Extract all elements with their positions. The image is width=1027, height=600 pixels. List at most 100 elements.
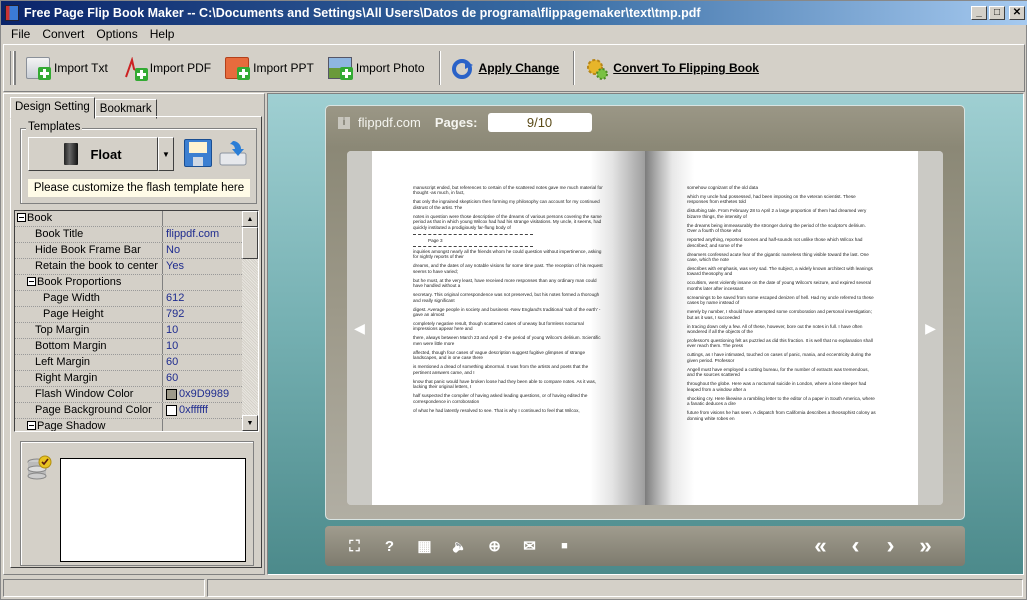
- status-bar: [3, 579, 1025, 599]
- collapse-icon[interactable]: [17, 213, 26, 222]
- import-txt-button[interactable]: Import Txt: [26, 57, 108, 80]
- zoom-in-icon[interactable]: ⊕: [477, 537, 512, 555]
- import-photo-button[interactable]: Import Photo: [327, 57, 425, 80]
- property-row[interactable]: Page Width 612: [15, 291, 258, 307]
- right-page[interactable]: somehow cognizant of the old data which m…: [645, 151, 918, 505]
- scroll-down-button[interactable]: ▼: [242, 415, 258, 431]
- toolbar-grip[interactable]: [10, 51, 14, 85]
- save-template-icon[interactable]: [184, 139, 212, 167]
- prev-page-arrow[interactable]: ◀: [347, 151, 372, 505]
- menu-options[interactable]: Options: [90, 27, 143, 41]
- right-page-text: somehow cognizant of the old data which m…: [687, 185, 877, 425]
- menu-bar: File Convert Options Help: [1, 25, 1027, 43]
- page-paragraph: inquiries amongst nearly all the friends…: [413, 249, 602, 260]
- property-row[interactable]: Book Title flippdf.com: [15, 227, 258, 243]
- import-txt-icon: [26, 57, 51, 80]
- property-row[interactable]: Hide Book Frame Bar No: [15, 243, 258, 259]
- property-name: Hide Book Frame Bar: [35, 244, 141, 256]
- property-row[interactable]: Page Height 792: [15, 307, 258, 323]
- property-row[interactable]: Bottom Margin 10: [15, 339, 258, 355]
- convert-button[interactable]: Convert To Flipping Book: [585, 57, 759, 80]
- import-ppt-button[interactable]: Import PPT: [225, 57, 314, 80]
- design-setting-tab-body: Templates Float ▼ Please customize the f…: [10, 116, 262, 568]
- property-name: Page Shadow: [37, 420, 106, 432]
- toolbar-separator: [573, 51, 576, 85]
- next-page-icon[interactable]: ›: [873, 532, 908, 560]
- property-value: 10: [166, 340, 179, 352]
- collapse-icon[interactable]: [27, 421, 36, 430]
- templates-group: Templates Float ▼ Please customize the f…: [20, 121, 257, 204]
- next-page-arrow[interactable]: ▶: [918, 151, 943, 505]
- property-row[interactable]: Book: [15, 211, 258, 227]
- fullscreen-icon[interactable]: ⛶: [337, 538, 372, 555]
- menu-file[interactable]: File: [5, 27, 36, 41]
- close-button[interactable]: ✕: [1009, 6, 1025, 20]
- property-name: Book: [27, 212, 53, 224]
- property-name: Right Margin: [35, 372, 98, 384]
- property-row[interactable]: Retain the book to center Yes: [15, 259, 258, 275]
- first-page-icon[interactable]: «: [803, 533, 838, 559]
- page-paragraph: secretary. This original correspondence …: [413, 292, 600, 303]
- apply-change-button[interactable]: Apply Change: [451, 57, 559, 79]
- property-row[interactable]: Book Proportions: [15, 275, 258, 291]
- tab-design-setting[interactable]: Design Setting: [10, 97, 95, 119]
- page-paragraph: affected, though four cases of vague des…: [413, 349, 586, 361]
- import-ppt-icon: [225, 57, 251, 80]
- status-panel: [3, 579, 205, 597]
- apply-change-icon: [451, 57, 475, 79]
- triangle-right-icon: ▶: [925, 319, 936, 336]
- property-row[interactable]: Page Shadow: [15, 419, 258, 432]
- last-page-icon[interactable]: »: [908, 533, 943, 559]
- scroll-thumb[interactable]: [242, 227, 258, 259]
- stop-icon[interactable]: ■: [547, 540, 582, 552]
- page-paragraph: in tracing down only a few. All of these…: [687, 323, 863, 335]
- page-rule: [413, 246, 533, 248]
- property-row[interactable]: Flash Window Color 0x9D9989: [15, 387, 258, 403]
- prev-page-icon[interactable]: ‹: [838, 532, 873, 560]
- property-scrollbar[interactable]: ▲ ▼: [242, 211, 258, 431]
- page-paragraph: dreamers confessed acute fear of the gig…: [687, 251, 869, 263]
- page-paragraph: is mentioned a dread of something abnorm…: [413, 364, 589, 375]
- color-swatch[interactable]: [166, 389, 177, 400]
- scroll-up-button[interactable]: ▲: [242, 211, 258, 227]
- sound-icon[interactable]: 🔈: [442, 539, 477, 553]
- app-icon: [5, 5, 19, 21]
- triangle-left-icon: ◀: [354, 319, 365, 336]
- template-hint: Please customize the flash template here: [28, 179, 250, 197]
- description-box: [20, 441, 254, 566]
- title-bar: Free Page Flip Book Maker -- C:\Document…: [1, 1, 1027, 25]
- help-icon[interactable]: ?: [372, 538, 407, 555]
- page-paragraph: Angell must have employed a cutting bure…: [687, 366, 869, 378]
- minimize-button[interactable]: _: [971, 6, 987, 20]
- property-value: 612: [166, 292, 185, 304]
- page-paragraph: the dreams being immeasurably the strong…: [687, 222, 866, 234]
- thumbnails-icon[interactable]: ▦: [407, 537, 442, 555]
- template-select-button[interactable]: Float: [28, 137, 158, 171]
- page-paragraph: dreams, and the dates of any notable vis…: [413, 263, 603, 274]
- color-swatch[interactable]: [166, 405, 177, 416]
- property-row[interactable]: Right Margin 60: [15, 371, 258, 387]
- page-number-input[interactable]: 9/10: [487, 113, 592, 132]
- property-row[interactable]: Top Margin 10: [15, 323, 258, 339]
- page-paragraph: disturbing tale. From February 28 to Apr…: [687, 208, 867, 219]
- load-template-icon[interactable]: [218, 139, 248, 167]
- menu-help[interactable]: Help: [144, 27, 181, 41]
- info-icon[interactable]: i: [338, 116, 350, 129]
- maximize-button[interactable]: □: [989, 6, 1005, 20]
- flipbook-control-bar: ⛶ ? ▦ 🔈 ⊕ ✉ ■ « ‹ › »: [325, 526, 965, 566]
- left-page-text: manuscript ended, but references to cert…: [413, 185, 603, 417]
- property-name: Left Margin: [35, 356, 91, 368]
- property-value: 10: [166, 324, 179, 336]
- property-row[interactable]: Page Background Color 0xffffff: [15, 403, 258, 419]
- preview-stage: i flippdf.com Pages: 9/10 ◀ manuscript e…: [267, 93, 1024, 575]
- menu-convert[interactable]: Convert: [36, 27, 90, 41]
- collapse-icon[interactable]: [27, 277, 36, 286]
- property-row[interactable]: Left Margin 60: [15, 355, 258, 371]
- import-pdf-button[interactable]: Import PDF: [122, 56, 211, 81]
- template-dropdown-button[interactable]: ▼: [158, 137, 174, 171]
- page-paragraph: professor's questioning felt as puzzled …: [687, 338, 873, 349]
- page-paragraph: shocking cry. Here likewise a rambling l…: [687, 395, 875, 407]
- property-name: Bottom Margin: [35, 340, 107, 352]
- email-icon[interactable]: ✉: [512, 537, 547, 555]
- left-page[interactable]: manuscript ended, but references to cert…: [372, 151, 645, 505]
